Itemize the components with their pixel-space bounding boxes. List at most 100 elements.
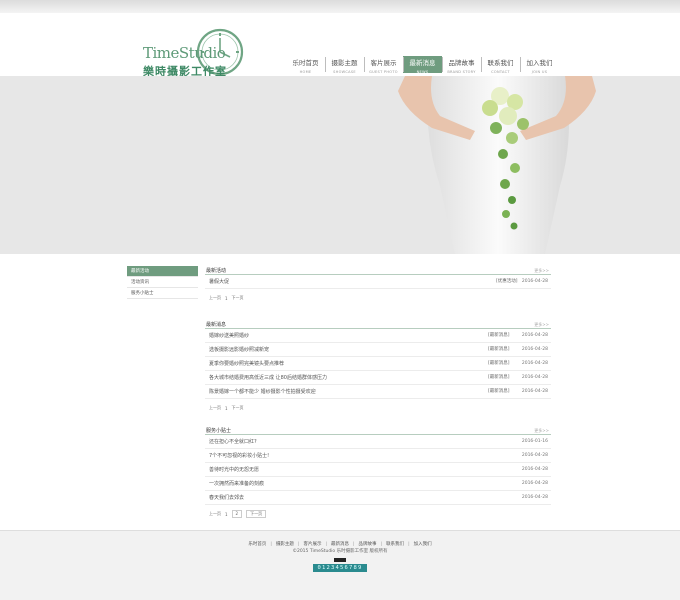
separator: | xyxy=(353,542,355,547)
footer-link-join-us[interactable]: 加入我们 xyxy=(414,542,432,547)
prev-page-link[interactable]: 上一页 xyxy=(209,295,221,301)
nav-contact[interactable]: 联系我们 CONTACT xyxy=(481,56,520,74)
item-title: 7个不可忽视的彩妆小贴士! xyxy=(209,453,270,459)
studio-logo[interactable]: TimeStudio 樂時攝影工作室 xyxy=(140,27,250,78)
list-item[interactable]: 善待时光中的无怨无愿 2016-04-28 xyxy=(205,463,551,477)
item-title: 陈景婚嫁一个都不能少 婚纱摄影个性拍摄受欢迎 xyxy=(209,389,316,395)
nav-news[interactable]: 最新消息 NEWS xyxy=(403,56,442,74)
list-item[interactable]: 选板摄影远影婚纱照减新宠 [最新消息] 2016-04-28 xyxy=(205,343,551,357)
nav-label: 乐时首页 xyxy=(292,59,319,67)
nav-brand-story[interactable]: 品牌故事 BRAND STORY xyxy=(442,56,481,74)
next-page-link[interactable]: 下一页 xyxy=(232,405,244,411)
header: TimeStudio 樂時攝影工作室 乐时首页 HOME 摄影主题 SHOWCA… xyxy=(0,13,680,78)
more-link[interactable]: 更多>> xyxy=(534,322,549,328)
prev-page-link[interactable]: 上一页 xyxy=(209,405,221,411)
item-title: 善待时光中的无怨无愿 xyxy=(209,467,260,473)
item-category: [最新消息] xyxy=(488,347,510,352)
footer-link-news[interactable]: 最新消息 xyxy=(331,542,349,547)
footer-link-home[interactable]: 乐时首页 xyxy=(248,542,266,547)
item-title: 春天我们去郊去 xyxy=(209,495,245,501)
list-item[interactable]: 暑假大促 [优惠活动] 2016-04-28 xyxy=(205,275,551,289)
more-link[interactable]: 更多>> xyxy=(534,428,549,434)
separator: | xyxy=(270,542,272,547)
next-page-link[interactable]: 下一页 xyxy=(232,295,244,301)
main-nav: 乐时首页 HOME 摄影主题 SHOWCASE 客片展示 GUEST PHOTO… xyxy=(286,56,559,74)
stats-badge[interactable] xyxy=(334,558,346,562)
separator: | xyxy=(297,542,300,547)
list-item[interactable]: 陈景婚嫁一个都不能少 婚纱摄影个性拍摄受欢迎 [最新消息] 2016-04-28 xyxy=(205,385,551,399)
item-title: 还在担心不全就口红? xyxy=(209,439,257,445)
nav-label: 摄影主题 xyxy=(331,59,358,67)
list-item[interactable]: 7个不可忽视的彩妆小贴士! 2016-04-28 xyxy=(205,449,551,463)
item-title: 选板摄影远影婚纱照减新宠 xyxy=(209,347,270,353)
nav-label-en: CONTACT xyxy=(491,70,510,74)
item-category: [最新消息] xyxy=(488,333,510,338)
separator: | xyxy=(325,542,327,547)
footer-link-brand-story[interactable]: 品牌故事 xyxy=(359,542,377,547)
nav-guest-photo[interactable]: 客片展示 GUEST PHOTO xyxy=(364,56,403,74)
page-number[interactable]: 1 xyxy=(225,512,228,517)
copyright-text: ©2015 TimeStudio 乐时摄影工作室 版权所有 xyxy=(292,549,388,554)
footer-link-showcase[interactable]: 摄影主题 xyxy=(276,542,294,547)
content-area: 最新活动 活动资讯 服务小贴士 最新活动 更多>> 暑假大促 [优惠活动] 20… xyxy=(0,254,680,530)
nav-showcase[interactable]: 摄影主题 SHOWCASE xyxy=(325,56,364,74)
item-title: 婚嫁纱送美照婚纱 xyxy=(209,333,250,339)
item-date: 2016-04-28 xyxy=(521,279,548,284)
footer-link-guest-photo[interactable]: 客片展示 xyxy=(303,542,321,547)
hero-banner xyxy=(0,76,680,254)
item-date: 2016-04-28 xyxy=(521,375,548,380)
nav-label: 联系我们 xyxy=(487,59,514,67)
bride-bouquet-image xyxy=(0,76,680,254)
nav-label: 客片展示 xyxy=(370,59,397,67)
item-date: 2016-04-28 xyxy=(521,333,548,338)
item-title: 各大城市结婚费用高低近三成 让80后结婚群体感压力 xyxy=(209,375,327,381)
item-category: [最新消息] xyxy=(488,361,510,366)
item-title: 一次拥然而来准备的刻痕 xyxy=(209,481,265,487)
item-category: [最新消息] xyxy=(488,389,510,394)
more-link[interactable]: 更多>> xyxy=(534,268,549,274)
list-item[interactable]: 婚嫁纱送美照婚纱 [最新消息] 2016-04-28 xyxy=(205,329,551,343)
section-title: 服务小贴士 xyxy=(206,428,232,434)
pagination: 上一页 1 2 下一页 xyxy=(205,508,551,520)
page-number-2[interactable]: 2 xyxy=(231,510,243,518)
pagination: 上一页 1 下一页 xyxy=(205,402,551,414)
item-date: 2016-04-28 xyxy=(521,481,548,486)
sidebar-item-service-tips[interactable]: 服务小贴士 xyxy=(127,288,198,299)
item-category: [优惠活动] xyxy=(496,279,518,284)
list-item[interactable]: 各大城市结婚费用高低近三成 让80后结婚群体感压力 [最新消息] 2016-04… xyxy=(205,371,551,385)
nav-label: 加入我们 xyxy=(526,59,553,67)
item-title: 暑假大促 xyxy=(209,279,230,285)
sidebar: 最新活动 活动资讯 服务小贴士 xyxy=(127,266,198,299)
nav-label-en: NEWS xyxy=(416,70,429,74)
section-title: 最新消息 xyxy=(206,322,227,328)
section-header: 最新消息 更多>> xyxy=(205,320,551,329)
separator: | xyxy=(408,542,410,547)
section-service-tips: 服务小贴士 更多>> 还在担心不全就口红? 2016-01-16 7个不可忽视的… xyxy=(205,426,551,520)
nav-label-en: BRAND STORY xyxy=(447,70,476,74)
item-category: [最新消息] xyxy=(488,375,510,380)
nav-label: 品牌故事 xyxy=(448,59,475,67)
sidebar-item-latest-events[interactable]: 最新活动 xyxy=(127,266,198,277)
list-item[interactable]: 夏季你要婚纱照完美镜头要点推荐 [最新消息] 2016-04-28 xyxy=(205,357,551,371)
section-header: 最新活动 更多>> xyxy=(205,266,551,275)
footer-nav: 乐时首页 | 摄影主题 | 客片展示 | 最新消息 | 品牌故事 | 联系我们 | 加入我们 xyxy=(0,541,680,547)
nav-join-us[interactable]: 加入我们 JOIN US xyxy=(520,56,559,74)
visitor-counter: 0123456789 xyxy=(313,564,367,572)
list-item[interactable]: 一次拥然而来准备的刻痕 2016-04-28 xyxy=(205,477,551,491)
item-date: 2016-04-28 xyxy=(521,361,548,366)
sidebar-item-event-info[interactable]: 活动资讯 xyxy=(127,277,198,288)
page-number[interactable]: 1 xyxy=(225,406,228,411)
list-item[interactable]: 还在担心不全就口红? 2016-01-16 xyxy=(205,435,551,449)
item-date: 2016-04-28 xyxy=(521,347,548,352)
separator: | xyxy=(380,542,383,547)
section-header: 服务小贴士 更多>> xyxy=(205,426,551,435)
page-number[interactable]: 1 xyxy=(225,296,228,301)
item-date: 2016-04-28 xyxy=(521,495,548,500)
prev-page-link[interactable]: 上一页 xyxy=(209,511,221,517)
nav-home[interactable]: 乐时首页 HOME xyxy=(286,56,325,74)
item-date: 2016-01-16 xyxy=(521,439,548,444)
list-item[interactable]: 春天我们去郊去 2016-04-28 xyxy=(205,491,551,505)
next-page-button[interactable]: 下一页 xyxy=(246,510,267,518)
footer-link-contact[interactable]: 联系我们 xyxy=(386,542,404,547)
nav-label-en: JOIN US xyxy=(531,70,548,74)
